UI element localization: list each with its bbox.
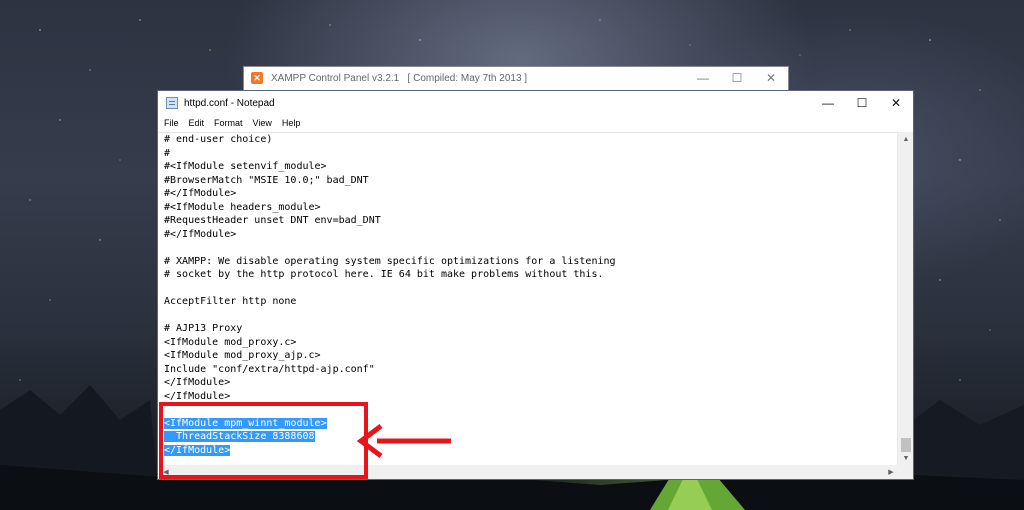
maximize-button[interactable]: ☐ (845, 91, 879, 115)
xampp-title-bar[interactable]: ✕ XAMPP Control Panel v3.2.1 [ Compiled:… (244, 67, 788, 89)
notepad-title-bar[interactable]: httpd.conf - Notepad — ☐ ✕ (158, 91, 913, 115)
editor-line[interactable]: #<IfModule setenvif_module> (164, 160, 616, 174)
editor-line[interactable]: # end-user choice) (164, 133, 616, 147)
editor-line[interactable]: #RequestHeader unset DNT env=bad_DNT (164, 214, 616, 228)
editor-line[interactable]: # socket by the http protocol here. IE 6… (164, 268, 616, 282)
scroll-right-icon[interactable]: ▶ (884, 465, 898, 479)
menu-format[interactable]: Format (209, 118, 248, 128)
annotation-highlight-box (159, 402, 368, 479)
notepad-window-title: httpd.conf - Notepad (184, 97, 275, 109)
editor-line[interactable]: # (164, 147, 616, 161)
scroll-up-icon[interactable]: ▲ (898, 132, 914, 146)
close-button[interactable]: ✕ (879, 91, 913, 115)
editor-line[interactable]: #<IfModule headers_module> (164, 201, 616, 215)
minimize-button[interactable]: — (811, 91, 845, 115)
scrollbar-thumb[interactable] (901, 438, 911, 452)
notepad-icon (166, 97, 178, 109)
editor-line[interactable]: #BrowserMatch "MSIE 10.0;" bad_DNT (164, 174, 616, 188)
editor-line[interactable]: #</IfModule> (164, 228, 616, 242)
xampp-maximize-button[interactable]: ☐ (720, 67, 754, 89)
editor-line[interactable]: AcceptFilter http none (164, 295, 616, 309)
editor-line[interactable]: # AJP13 Proxy (164, 322, 616, 336)
editor-line[interactable] (164, 241, 616, 255)
annotation-arrow-icon (356, 424, 451, 458)
menu-help[interactable]: Help (277, 118, 306, 128)
menu-view[interactable]: View (248, 118, 277, 128)
editor-line[interactable]: #</IfModule> (164, 187, 616, 201)
vertical-scrollbar[interactable]: ▲ ▼ (897, 132, 913, 465)
menu-bar: File Edit Format View Help (158, 115, 913, 131)
scroll-down-icon[interactable]: ▼ (898, 451, 914, 465)
xampp-close-button[interactable]: ✕ (754, 67, 788, 89)
editor-line[interactable]: <IfModule mod_proxy_ajp.c> (164, 349, 616, 363)
editor-line[interactable]: # XAMPP: We disable operating system spe… (164, 255, 616, 269)
editor-line[interactable]: Include "conf/extra/httpd-ajp.conf" (164, 363, 616, 377)
editor-line[interactable]: </IfModule> (164, 376, 616, 390)
editor-line[interactable] (164, 282, 616, 296)
xampp-logo-icon: ✕ (251, 72, 263, 84)
scrollbar-corner (897, 465, 913, 479)
editor-line[interactable]: </IfModule> (164, 390, 616, 404)
menu-file[interactable]: File (158, 118, 184, 128)
editor-line[interactable] (164, 309, 616, 323)
menu-edit[interactable]: Edit (184, 118, 210, 128)
editor-line[interactable]: <IfModule mod_proxy.c> (164, 336, 616, 350)
xampp-minimize-button[interactable]: — (686, 67, 720, 89)
xampp-window-title: XAMPP Control Panel v3.2.1 [ Compiled: M… (271, 72, 528, 84)
